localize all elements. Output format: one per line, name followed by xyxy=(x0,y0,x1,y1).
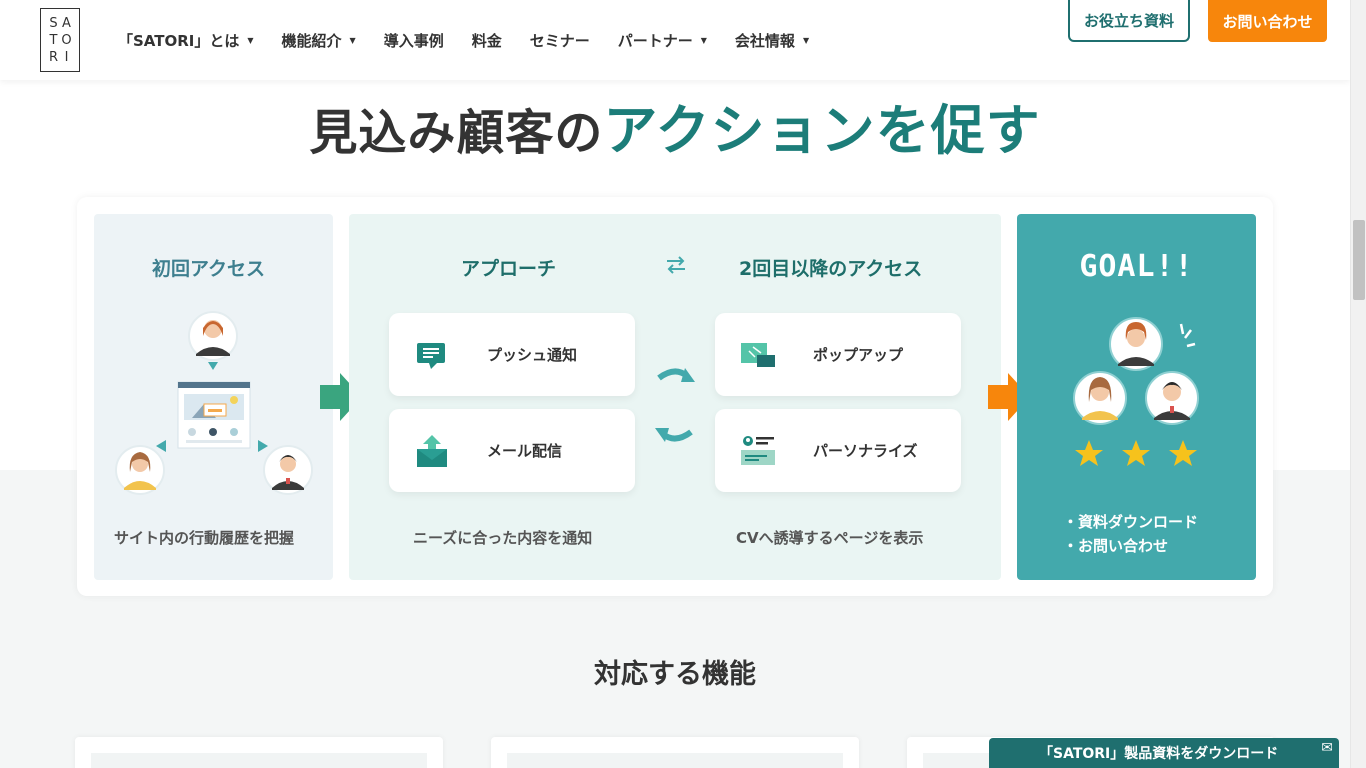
hero-title-teal: アクションを促す xyxy=(603,99,1041,162)
logo-letter: S xyxy=(49,15,58,31)
goal-column: GOAL!! ・資料ダウンロード ・お問い合わせ xyxy=(1017,214,1256,580)
feature-card[interactable] xyxy=(75,737,443,768)
nav-label: 機能紹介 xyxy=(281,32,342,50)
feature-card[interactable] xyxy=(491,737,859,768)
push-notification-card: プッシュ通知 xyxy=(389,313,635,396)
goal-title: GOAL!! xyxy=(1079,249,1194,284)
nav-item-cases[interactable]: 導入事例 xyxy=(384,30,444,51)
personalize-card: パーソナライズ xyxy=(715,409,961,492)
scrollbar-thumb[interactable] xyxy=(1353,220,1365,300)
nav-label: パートナー xyxy=(617,32,693,50)
hero-title: 見込み顧客のアクションを促す xyxy=(0,86,1350,165)
nav-label: セミナー xyxy=(529,32,590,50)
logo-letter: I xyxy=(64,49,69,65)
satisfied-customers-illustration xyxy=(1073,317,1199,466)
goal-item-download: ・資料ダウンロード xyxy=(1063,513,1199,531)
approach-caption: ニーズに合った内容を通知 xyxy=(413,529,593,547)
approach-column: アプローチ 2回目以降のアクセス プッシュ通知 メール配信 ポップアップ パーソ… xyxy=(349,214,1001,580)
exchange-arrows-icon xyxy=(667,256,685,274)
nav-item-seminar[interactable]: セミナー xyxy=(530,30,590,51)
push-notification-label: プッシュ通知 xyxy=(487,346,578,364)
email-upload-icon xyxy=(417,435,447,467)
nav-item-company[interactable]: 会社情報 ▼ xyxy=(735,30,809,51)
nav-item-pricing[interactable]: 料金 xyxy=(472,30,502,51)
nav-item-features[interactable]: 機能紹介 ▼ xyxy=(282,30,356,51)
feature-card-image xyxy=(91,753,427,768)
nav-label: 「SATORI」とは xyxy=(118,32,240,50)
email-delivery-card: メール配信 xyxy=(389,409,635,492)
caret-down-icon: ▼ xyxy=(349,36,356,45)
caret-down-icon: ▼ xyxy=(802,36,810,45)
visitor-browsing-illustration xyxy=(115,311,313,495)
hero-title-dark: 見込み顧客の xyxy=(309,105,604,161)
cycle-arrows-icon xyxy=(655,368,695,442)
mail-icon: ✉ xyxy=(1321,740,1333,756)
email-delivery-label: メール配信 xyxy=(487,442,563,460)
popup-card: ポップアップ xyxy=(715,313,961,396)
popup-label: ポップアップ xyxy=(813,346,904,364)
page-scrollbar[interactable] xyxy=(1350,0,1366,768)
nav-label: 会社情報 xyxy=(734,32,795,50)
product-docs-download-bar[interactable]: 「SATORI」製品資料をダウンロード ✉ xyxy=(989,738,1339,768)
feature-card-image xyxy=(507,753,843,768)
approach-title: アプローチ xyxy=(461,258,557,280)
nav-item-about[interactable]: 「SATORI」とは ▼ xyxy=(118,30,254,51)
repeat-access-caption: CVへ誘導するページを表示 xyxy=(736,529,924,547)
logo-letter: T xyxy=(49,32,58,48)
satori-logo[interactable]: S A T O R I xyxy=(40,8,80,72)
useful-docs-button[interactable]: お役立ち資料 xyxy=(1068,0,1190,42)
main-nav: 「SATORI」とは ▼ 機能紹介 ▼ 導入事例 料金 セミナー パートナー ▼ 会社… xyxy=(118,30,837,51)
logo-letter: A xyxy=(62,15,71,31)
popup-window-icon xyxy=(741,343,775,367)
nav-label: 導入事例 xyxy=(383,32,444,50)
caret-down-icon: ▼ xyxy=(700,36,707,45)
first-access-caption: サイト内の行動履歴を把握 xyxy=(114,529,295,547)
action-flow-panel: 初回アクセス サイト内の行動履歴を把握 アプローチ 2回目以降のアクセス プッシ… xyxy=(77,197,1273,596)
nav-item-partner[interactable]: パートナー ▼ xyxy=(618,30,707,51)
site-header: S A T O R I 「SATORI」とは ▼ 機能紹介 ▼ 導入事例 料金 セミ… xyxy=(0,0,1350,80)
profile-card-icon xyxy=(741,436,775,465)
features-section-title: 対応する機能 xyxy=(594,659,756,690)
personalize-label: パーソナライズ xyxy=(813,442,918,460)
contact-button[interactable]: お問い合わせ xyxy=(1208,0,1327,42)
first-access-column: 初回アクセス サイト内の行動履歴を把握 xyxy=(94,214,333,580)
goal-list: ・資料ダウンロード ・お問い合わせ xyxy=(1063,510,1198,558)
caret-down-icon: ▼ xyxy=(247,36,254,45)
chat-message-icon xyxy=(417,343,445,369)
goal-item-inquiry: ・お問い合わせ xyxy=(1063,537,1169,555)
repeat-access-title: 2回目以降のアクセス xyxy=(739,258,923,280)
download-bar-label: 「SATORI」製品資料をダウンロード xyxy=(1039,746,1279,762)
first-access-title: 初回アクセス xyxy=(152,258,266,280)
logo-letter: O xyxy=(61,32,72,48)
logo-letter: R xyxy=(48,49,59,65)
nav-label: 料金 xyxy=(471,32,502,50)
